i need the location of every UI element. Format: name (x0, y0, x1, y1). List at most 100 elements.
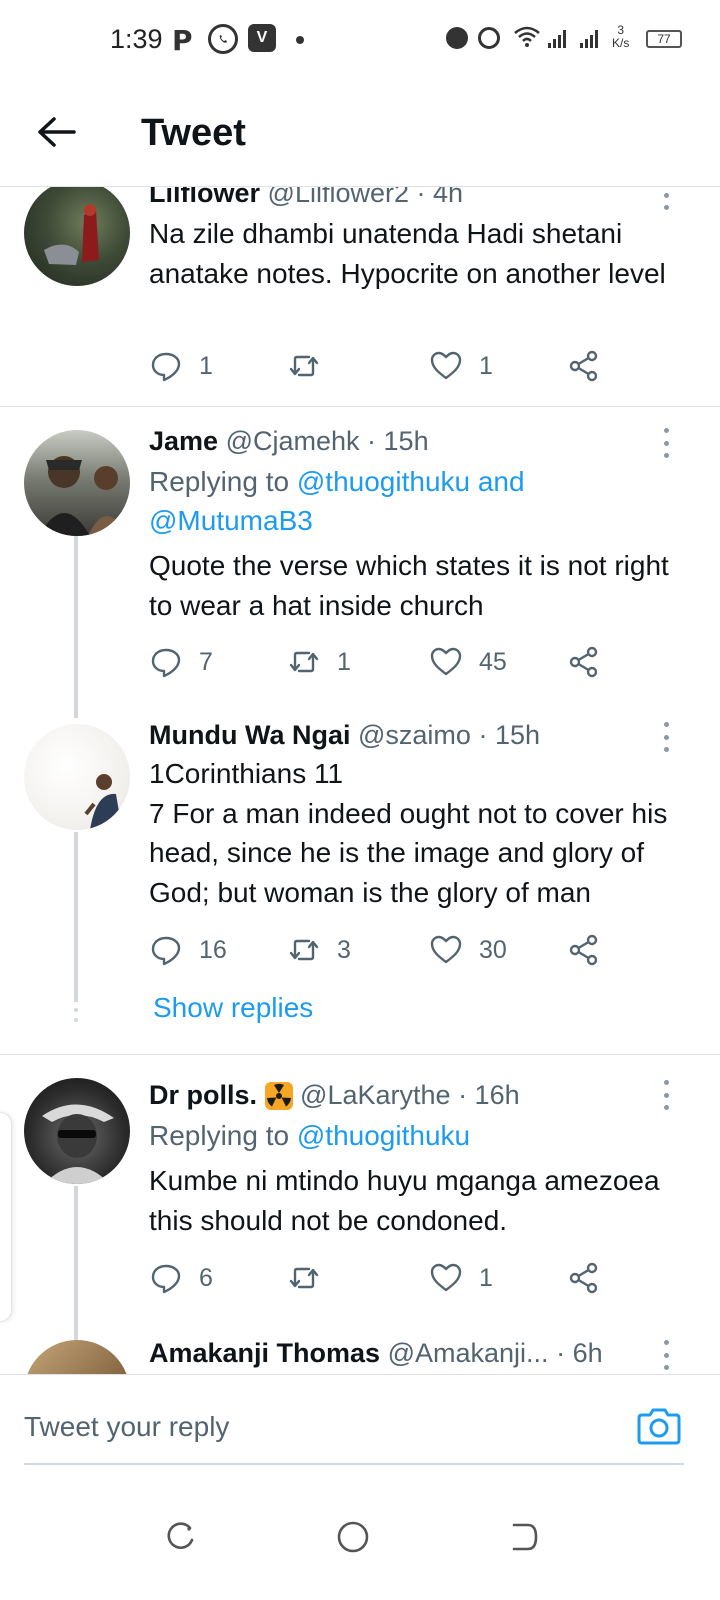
back-nav-icon[interactable] (506, 1520, 540, 1554)
heart-icon (430, 1263, 462, 1292)
replying-to: Replying to @thuogithuku (149, 1116, 694, 1155)
page-title: Tweet (141, 112, 246, 154)
reply-input[interactable]: Tweet your reply (24, 1411, 229, 1443)
input-underline (24, 1463, 684, 1465)
wifi-icon (514, 26, 540, 54)
reply-count: 1 (199, 351, 213, 380)
divider (0, 1054, 720, 1055)
home-icon[interactable] (336, 1520, 370, 1554)
share-icon (569, 1262, 598, 1294)
share-icon (569, 646, 598, 678)
tweet-header: Amakanji Thomas @Amakanji... · 6h (149, 1336, 694, 1370)
like-count: 30 (479, 935, 507, 964)
more-vertical-icon[interactable] (660, 428, 672, 458)
app-p-notification-icon: P (172, 23, 193, 57)
author-name[interactable]: Amakanji Thomas (149, 1338, 380, 1368)
edge-panel-handle[interactable] (0, 1112, 12, 1322)
avatar[interactable] (24, 180, 130, 286)
heart-icon (430, 647, 462, 676)
thread-connector (74, 536, 78, 718)
avatar[interactable] (24, 1078, 130, 1184)
reply-button[interactable]: 16 (149, 930, 227, 970)
author-name[interactable]: Jame (149, 426, 218, 456)
data-saver-icon (446, 27, 468, 49)
heart-icon (430, 935, 462, 964)
share-button[interactable] (567, 642, 601, 682)
battery-icon: 77 (646, 30, 682, 48)
reply-bubble-icon (151, 352, 181, 382)
recent-apps-icon[interactable] (164, 1520, 198, 1554)
more-vertical-icon[interactable] (660, 1340, 672, 1370)
tweet-text: Kumbe ni mtindo huyu mganga amezoea this… (149, 1165, 660, 1236)
more-vertical-icon[interactable] (660, 1080, 672, 1110)
heart-icon (430, 351, 462, 380)
retweet-button[interactable]: 1 (287, 642, 351, 682)
tweet-time: · 15h (367, 426, 429, 456)
thread-connector (74, 832, 78, 1002)
replying-to-mentions[interactable]: @thuogithuku (297, 1120, 470, 1151)
app-v-notification-icon: V (248, 24, 276, 52)
author-name[interactable]: Dr polls. (149, 1080, 257, 1110)
tweet-actions: 6 1 (149, 1258, 629, 1298)
retweet-icon (289, 1267, 319, 1289)
show-replies-link[interactable]: Show replies (153, 992, 313, 1024)
tweet-text: Quote the verse which states it is not r… (149, 550, 669, 621)
retweet-button[interactable] (287, 346, 337, 386)
replying-to-label: Replying to (149, 466, 290, 497)
tweet-header: Mundu Wa Ngai @szaimo · 15h (149, 718, 694, 752)
tweet-text: Na zile dhambi unatenda Hadi shetani ana… (149, 218, 666, 289)
replying-to: Replying to @thuogithuku and @MutumaB3 (149, 462, 694, 540)
signal-strength-icon-2 (580, 28, 598, 48)
avatar[interactable] (24, 430, 130, 536)
reply-count: 7 (199, 647, 213, 676)
like-button[interactable]: 30 (429, 930, 507, 970)
tweet-time: · 15h (478, 720, 540, 750)
like-button[interactable]: 1 (429, 1258, 493, 1298)
signal-strength-icon-1 (548, 28, 566, 48)
retweet-icon (289, 355, 319, 377)
reply-button[interactable]: 1 (149, 346, 213, 386)
author-handle: @Cjamehk (225, 426, 360, 456)
retweet-button[interactable]: 3 (287, 930, 351, 970)
app-header: Tweet (0, 80, 720, 187)
author-name[interactable]: Mundu Wa Ngai (149, 720, 350, 750)
tweet-actions: 16 3 30 (149, 930, 629, 970)
radioactive-emoji-icon (264, 1082, 293, 1110)
replying-to-label: Replying to (149, 1120, 290, 1151)
tweet-header: Jame @Cjamehk · 15h (149, 424, 694, 458)
status-bar: 1:39 P V 3 K/s 77 (0, 0, 720, 80)
reply-button[interactable]: 7 (149, 642, 213, 682)
tweet-actions: 7 1 45 (149, 642, 629, 682)
avatar[interactable] (24, 724, 130, 830)
tweet-time: · 16h (458, 1080, 520, 1110)
network-speed: 3 K/s (612, 23, 630, 50)
author-handle: @szaimo (358, 720, 471, 750)
author-handle: @Amakanji... (387, 1338, 549, 1368)
divider (0, 406, 720, 407)
share-button[interactable] (567, 346, 601, 386)
more-vertical-icon[interactable] (660, 722, 672, 752)
share-icon (569, 934, 598, 966)
retweet-count: 1 (337, 647, 351, 676)
system-navigation-bar (0, 1484, 720, 1600)
reply-button[interactable]: 6 (149, 1258, 213, 1298)
tweet-text: 1Corinthians 11 7 For a man indeed ought… (149, 758, 668, 908)
retweet-icon (289, 939, 319, 961)
status-time: 1:39 (110, 24, 163, 54)
like-button[interactable]: 45 (429, 642, 507, 682)
reply-count: 16 (199, 935, 227, 964)
back-arrow-icon[interactable] (34, 110, 78, 154)
share-button[interactable] (567, 930, 601, 970)
like-button[interactable]: 1 (429, 346, 493, 386)
retweet-button[interactable] (287, 1258, 337, 1298)
camera-icon[interactable] (636, 1405, 682, 1447)
author-handle: @LaKarythe (300, 1080, 451, 1110)
whatsapp-notification-icon (208, 24, 238, 54)
tweet-header: Dr polls. @LaKarythe · 16h (149, 1078, 694, 1112)
reply-bubble-icon (151, 1264, 181, 1294)
like-count: 45 (479, 647, 507, 676)
like-count: 1 (479, 351, 493, 380)
tweet-time: · 6h (556, 1338, 603, 1368)
reply-compose-bar: Tweet your reply (0, 1374, 720, 1484)
share-button[interactable] (567, 1258, 601, 1298)
